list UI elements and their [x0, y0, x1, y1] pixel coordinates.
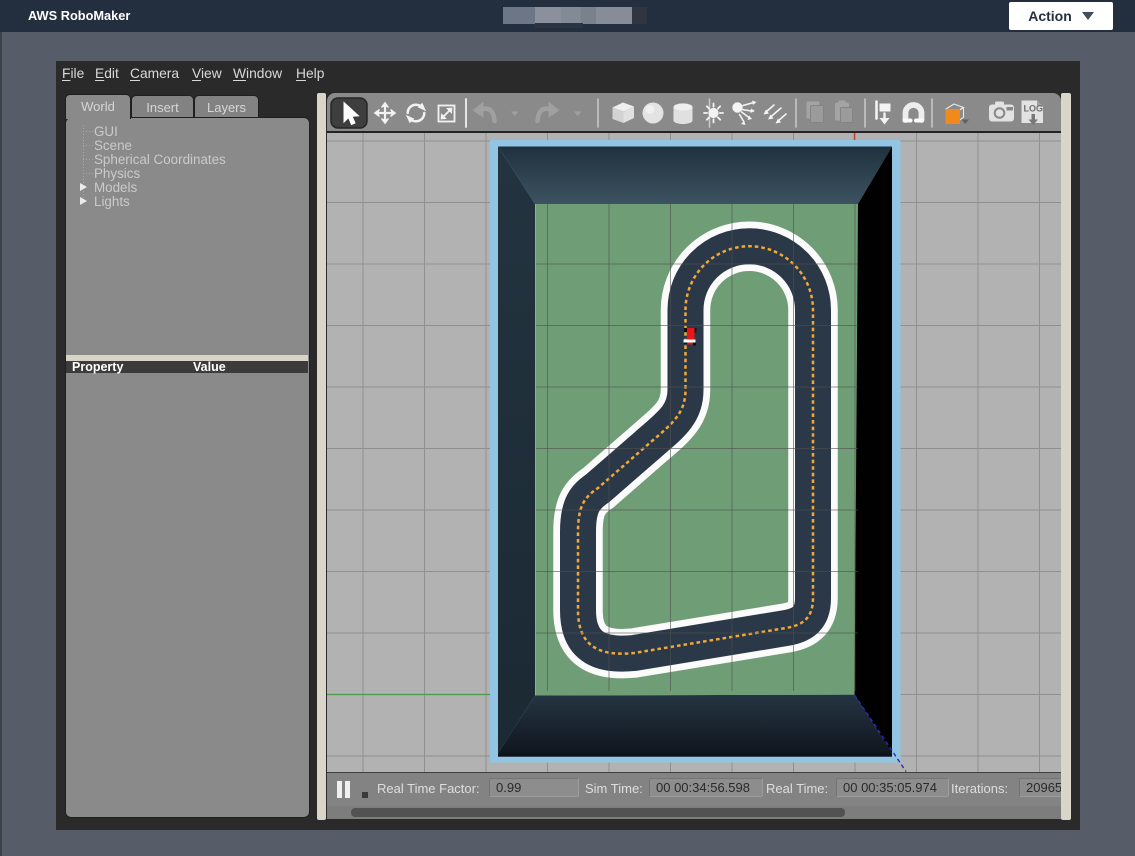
svg-text:LOG: LOG: [1024, 104, 1044, 114]
